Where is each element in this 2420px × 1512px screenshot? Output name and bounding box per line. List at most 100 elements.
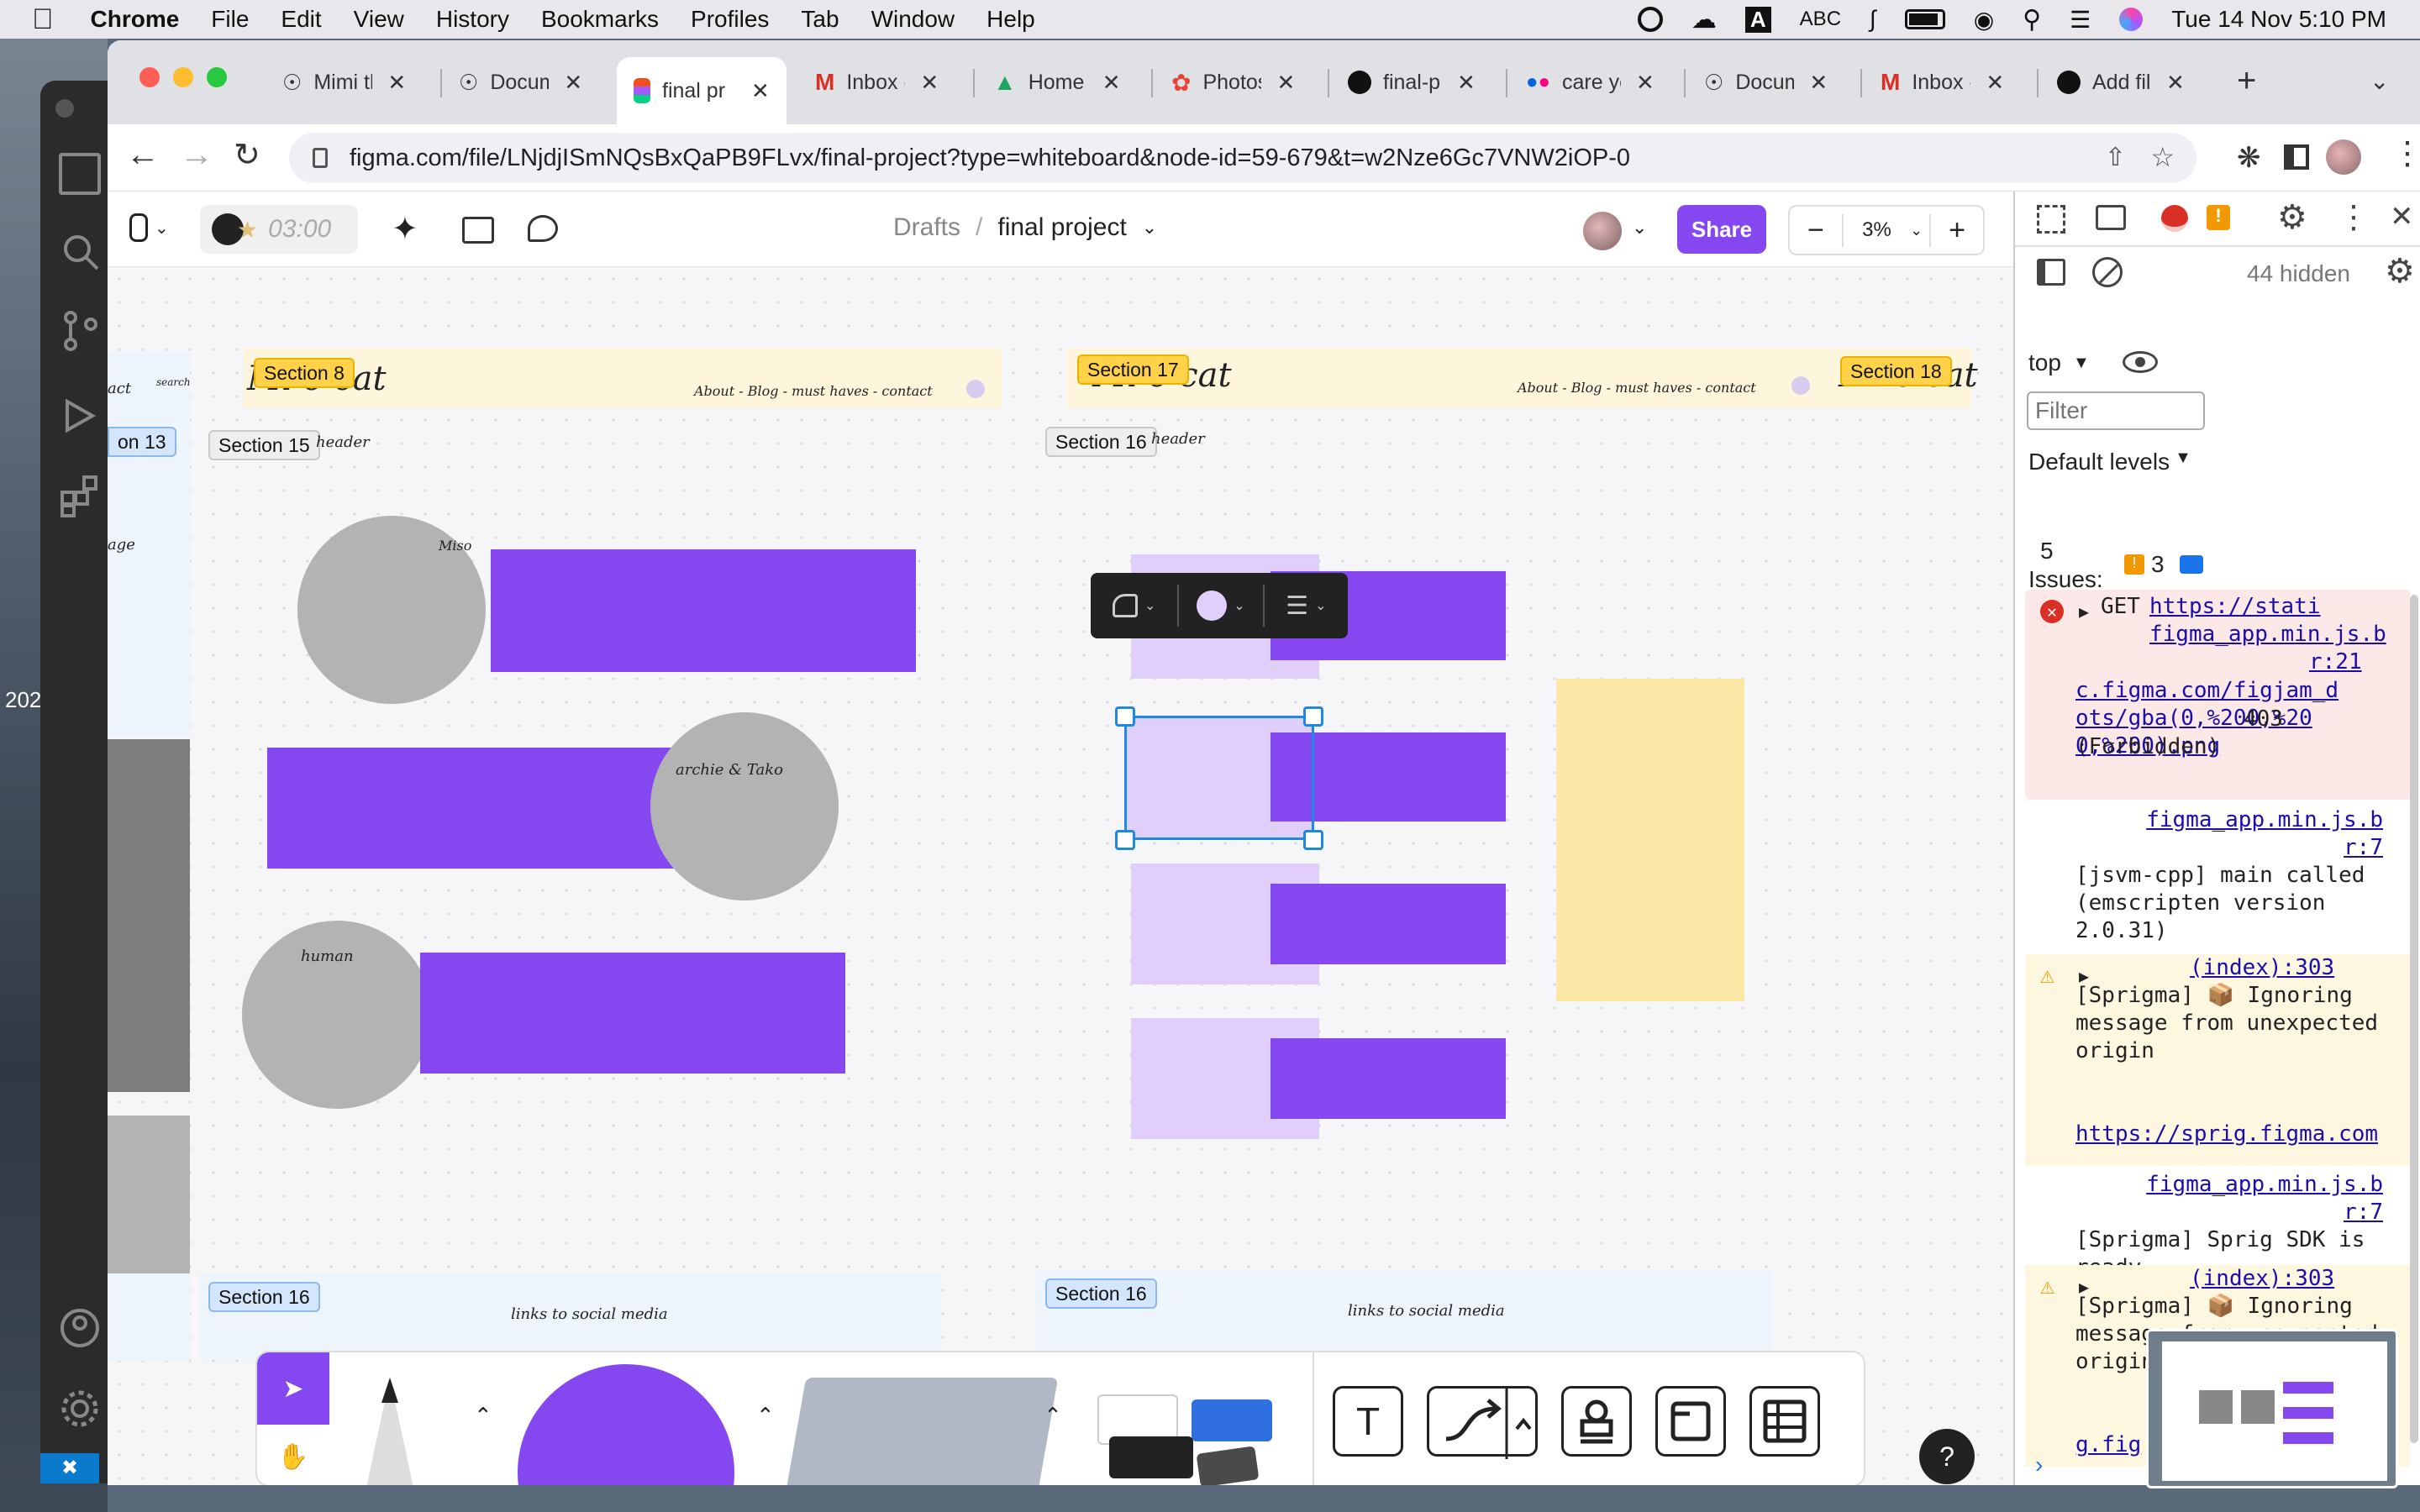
hand-tool-button[interactable]: ✋ bbox=[257, 1425, 329, 1485]
close-icon[interactable]: ✕ bbox=[920, 70, 939, 96]
menu-window[interactable]: Window bbox=[871, 6, 955, 33]
comment-icon[interactable] bbox=[528, 215, 558, 242]
run-debug-icon[interactable] bbox=[59, 395, 101, 437]
zoom-out-button[interactable]: − bbox=[1790, 213, 1844, 247]
tab-4[interactable]: M Inbox - ✕ bbox=[815, 64, 939, 101]
close-icon[interactable]: ✕ bbox=[564, 70, 582, 96]
section-15-label[interactable]: Section 15 bbox=[208, 430, 320, 460]
tab-2[interactable]: ☉ Docum ✕ bbox=[459, 64, 582, 101]
close-icon[interactable]: ✕ bbox=[1102, 70, 1121, 96]
spotlight-search-icon[interactable]: ⚲ bbox=[2023, 5, 2041, 34]
issues-count-number[interactable]: 5 bbox=[2040, 538, 2054, 564]
battery-icon[interactable] bbox=[1904, 9, 1945, 29]
account-icon[interactable] bbox=[59, 1307, 101, 1349]
remote-indicator[interactable]: ✖ bbox=[40, 1453, 99, 1483]
menu-edit[interactable]: Edit bbox=[281, 6, 321, 33]
new-tab-button[interactable]: + bbox=[2237, 62, 2256, 100]
section-13-label[interactable]: on 13 bbox=[108, 427, 176, 457]
source-location[interactable]: r:21 bbox=[2309, 648, 2362, 676]
cloud-sync-icon[interactable]: ☁ bbox=[1691, 5, 1717, 34]
error-badge-icon[interactable] bbox=[2161, 205, 2188, 232]
close-icon[interactable]: ✕ bbox=[751, 78, 770, 104]
chevron-up-icon[interactable]: ⌃ bbox=[1044, 1403, 1062, 1429]
tab-3-active[interactable]: final pr ✕ bbox=[617, 57, 786, 124]
zoom-level[interactable]: 3% bbox=[1844, 218, 1910, 242]
text-tool-button[interactable]: T bbox=[1333, 1386, 1403, 1457]
text-align-button[interactable]: ☰ ⌄ bbox=[1265, 591, 1348, 621]
chevron-up-icon[interactable]: ⌃ bbox=[756, 1403, 775, 1429]
menu-view[interactable]: View bbox=[354, 6, 404, 33]
close-icon[interactable]: ✕ bbox=[387, 70, 406, 96]
share-button[interactable]: Share bbox=[1677, 205, 1766, 254]
selection-handle[interactable] bbox=[1115, 706, 1135, 727]
log-levels-dropdown[interactable]: Default levels ▼ bbox=[2028, 449, 2191, 475]
live-expression-eye-icon[interactable] bbox=[2123, 351, 2158, 373]
warning-badge-icon[interactable]: ! bbox=[2207, 205, 2230, 230]
input-source-label[interactable]: ABC bbox=[1800, 8, 1841, 31]
clear-console-icon[interactable] bbox=[2092, 257, 2123, 287]
source-location[interactable]: (index):303 bbox=[2190, 954, 2334, 982]
section-18-label[interactable]: Section 18 bbox=[1840, 356, 1952, 386]
share-page-icon[interactable]: ⇧ bbox=[2105, 143, 2126, 172]
devtools-scrollbar[interactable] bbox=[2410, 595, 2418, 1443]
console-filter-input[interactable] bbox=[2027, 391, 2205, 430]
help-button[interactable]: ? bbox=[1919, 1429, 1975, 1484]
screenshot-thumbnail[interactable] bbox=[2146, 1329, 2398, 1488]
console-sidebar-icon[interactable] bbox=[2037, 259, 2065, 286]
bookmark-star-icon[interactable]: ☆ bbox=[2150, 141, 2175, 173]
fill-color-button[interactable]: ⌄ bbox=[1179, 591, 1262, 621]
console-warning-entry[interactable]: ⚠ ▶ (index):303 [Sprigma] 📦 Ignoring mes… bbox=[2025, 954, 2410, 1166]
address-bar[interactable]: figma.com/file/LNjdjISmNQsBxQaPB9FLvx/fi… bbox=[289, 133, 2196, 183]
back-button[interactable]: ← bbox=[126, 136, 160, 174]
devtools-more-icon[interactable]: ⋮ bbox=[2338, 198, 2370, 236]
menu-help[interactable]: Help bbox=[986, 6, 1035, 33]
close-icon[interactable]: ✕ bbox=[1986, 70, 2004, 96]
tab-1[interactable]: ☉ Mimi th ✕ bbox=[282, 64, 406, 101]
keyboard-a-icon[interactable]: A bbox=[1744, 6, 1771, 33]
menu-history[interactable]: History bbox=[436, 6, 509, 33]
ai-sparkle-icon[interactable]: ✦ bbox=[392, 210, 418, 248]
section-16-label[interactable]: Section 16 bbox=[208, 1282, 320, 1312]
search-icon[interactable] bbox=[59, 230, 101, 272]
tab-8[interactable]: ●● care yo ✕ bbox=[1526, 64, 1655, 101]
devtools-close-icon[interactable]: ✕ bbox=[2390, 200, 2414, 234]
close-icon[interactable]: ✕ bbox=[1276, 70, 1295, 96]
minimize-window-button[interactable] bbox=[173, 67, 193, 87]
extensions-puzzle-icon[interactable]: ❋ bbox=[2237, 141, 2261, 175]
bluetooth-icon[interactable]: ∫ bbox=[1870, 6, 1876, 33]
forward-button[interactable]: → bbox=[180, 136, 213, 174]
expand-triangle-icon[interactable]: ▶ bbox=[2079, 598, 2089, 626]
control-center-icon[interactable]: ☰ bbox=[2070, 6, 2091, 34]
issues-warning-badge[interactable]: ! 3 bbox=[2124, 551, 2203, 578]
section-16-label[interactable]: Section 16 bbox=[1045, 1278, 1157, 1309]
close-icon[interactable]: ✕ bbox=[2166, 70, 2185, 96]
tab-7[interactable]: final-p ✕ bbox=[1348, 64, 1476, 101]
lock-icon[interactable] bbox=[313, 148, 328, 168]
wifi-icon[interactable]: ◉ bbox=[1974, 6, 1994, 34]
layout-template-icon[interactable] bbox=[462, 217, 494, 244]
connector-tool-button[interactable] bbox=[1427, 1386, 1538, 1459]
source-control-icon[interactable] bbox=[59, 309, 101, 351]
chevron-down-icon[interactable]: ⌄ bbox=[1910, 222, 1923, 239]
section-8-label[interactable]: Section 8 bbox=[254, 358, 355, 388]
sidebar-toggle-icon[interactable] bbox=[2284, 144, 2309, 170]
apple-icon[interactable]:  bbox=[32, 3, 54, 36]
explorer-icon[interactable] bbox=[59, 153, 101, 195]
selection-box[interactable] bbox=[1124, 716, 1314, 840]
close-icon[interactable]: ✕ bbox=[1636, 70, 1655, 96]
console-prompt-icon[interactable]: › bbox=[2035, 1452, 2043, 1478]
section-17-label[interactable]: Section 17 bbox=[1077, 354, 1189, 385]
reload-button[interactable]: ↻ bbox=[234, 136, 260, 174]
close-icon[interactable]: ✕ bbox=[1809, 70, 1828, 96]
close-icon[interactable]: ✕ bbox=[1457, 70, 1476, 96]
select-tool-button[interactable]: ➤ bbox=[257, 1352, 329, 1425]
console-info-entry[interactable]: figma_app.min.js.b r:7 [jsvm-cpp] main c… bbox=[2025, 806, 2410, 948]
section-tool-button[interactable] bbox=[1655, 1386, 1726, 1457]
menu-profiles[interactable]: Profiles bbox=[691, 6, 769, 33]
breadcrumb-drafts[interactable]: Drafts bbox=[893, 213, 960, 242]
settings-gear-icon[interactable] bbox=[59, 1388, 101, 1430]
menu-app-name[interactable]: Chrome bbox=[91, 6, 180, 33]
collaborator-avatar[interactable] bbox=[1583, 212, 1622, 250]
templates-tool[interactable] bbox=[1097, 1394, 1274, 1485]
console-error-entry[interactable]: ✕ ▶ GET https://stati figma_app.min.js.b… bbox=[2025, 590, 2410, 800]
